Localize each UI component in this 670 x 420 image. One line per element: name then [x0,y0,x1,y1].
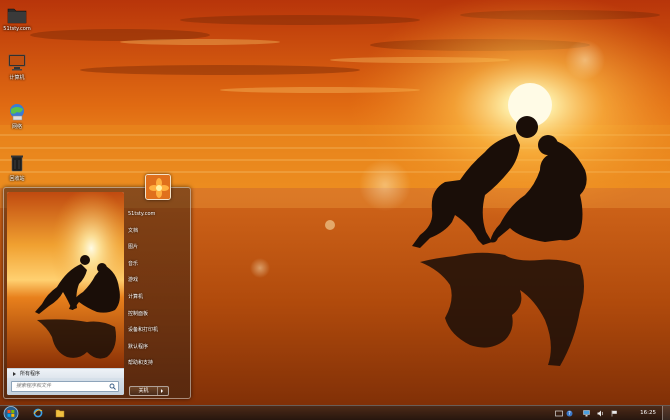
keyboard-icon[interactable] [555,410,563,417]
desktop-icon-recycle-bin[interactable]: 回收站 [2,153,32,182]
all-programs-label: 所有程序 [20,371,41,377]
desktop-icon-label: 网络 [11,124,22,130]
show-desktop-button[interactable] [662,406,670,420]
explorer-icon[interactable] [55,408,65,418]
network-icon[interactable] [583,410,590,417]
start-button[interactable] [2,406,20,420]
start-item-pictures[interactable]: 图片 [126,239,188,256]
search-icon[interactable] [109,383,116,390]
search-area: 搜索程序和文件 [7,378,124,395]
desktop-icon-51tsty[interactable]: 51tsty.com [2,6,32,32]
shutdown-options-arrow-icon[interactable] [161,388,163,393]
flag-icon[interactable] [611,410,618,417]
flower-picture-icon [146,175,170,199]
arrow-right-icon [13,371,16,376]
start-menu-right-list: 51tsty.com 文档 图片 音乐 游戏 计算机 控制面板 设备和打印机 默… [126,206,188,372]
recycle-bin-icon [11,155,23,172]
shutdown-button[interactable]: 关机 [129,386,169,396]
start-item-computer[interactable]: 计算机 [126,289,188,306]
desktop-icon-label: 计算机 [9,75,25,81]
help-icon[interactable]: ? [566,410,573,417]
start-item-documents[interactable]: 文档 [126,223,188,240]
taskbar: ? 16:25 [0,405,670,420]
desktop-icon-computer[interactable]: 计算机 [2,54,32,81]
desktop-icon-label: 51tsty.com [3,26,31,32]
start-item-devices-printers[interactable]: 设备和打印机 [126,322,188,339]
ie-icon[interactable] [33,408,43,418]
start-item-music[interactable]: 音乐 [126,256,188,273]
volume-icon[interactable] [597,410,604,417]
search-input[interactable]: 搜索程序和文件 [11,381,119,392]
start-item-help-support[interactable]: 帮助和支持 [126,355,188,372]
desktop-icon-label: 回收站 [9,176,25,182]
start-item-games[interactable]: 游戏 [126,272,188,289]
clock[interactable]: 16:25 [640,406,656,420]
start-item-user[interactable]: 51tsty.com [126,206,188,223]
start-menu-left-pane: 所有程序 搜索程序和文件 [7,192,124,395]
start-menu: 所有程序 搜索程序和文件 51tsty.com 文档 图片 音乐 游戏 计算机 … [3,174,191,399]
network-icon [10,104,24,121]
svg-text:?: ? [568,411,571,417]
shutdown-label: 关机 [130,387,158,395]
computer-icon [8,54,26,71]
start-item-default-programs[interactable]: 默认程序 [126,339,188,356]
search-placeholder: 搜索程序和文件 [16,383,52,389]
desktop-icon-network[interactable]: 网络 [2,103,32,130]
all-programs-button[interactable]: 所有程序 [7,368,124,378]
start-menu-background-image [7,192,124,368]
user-avatar[interactable] [145,174,171,200]
start-item-control-panel[interactable]: 控制面板 [126,306,188,323]
folder-icon [7,8,27,24]
